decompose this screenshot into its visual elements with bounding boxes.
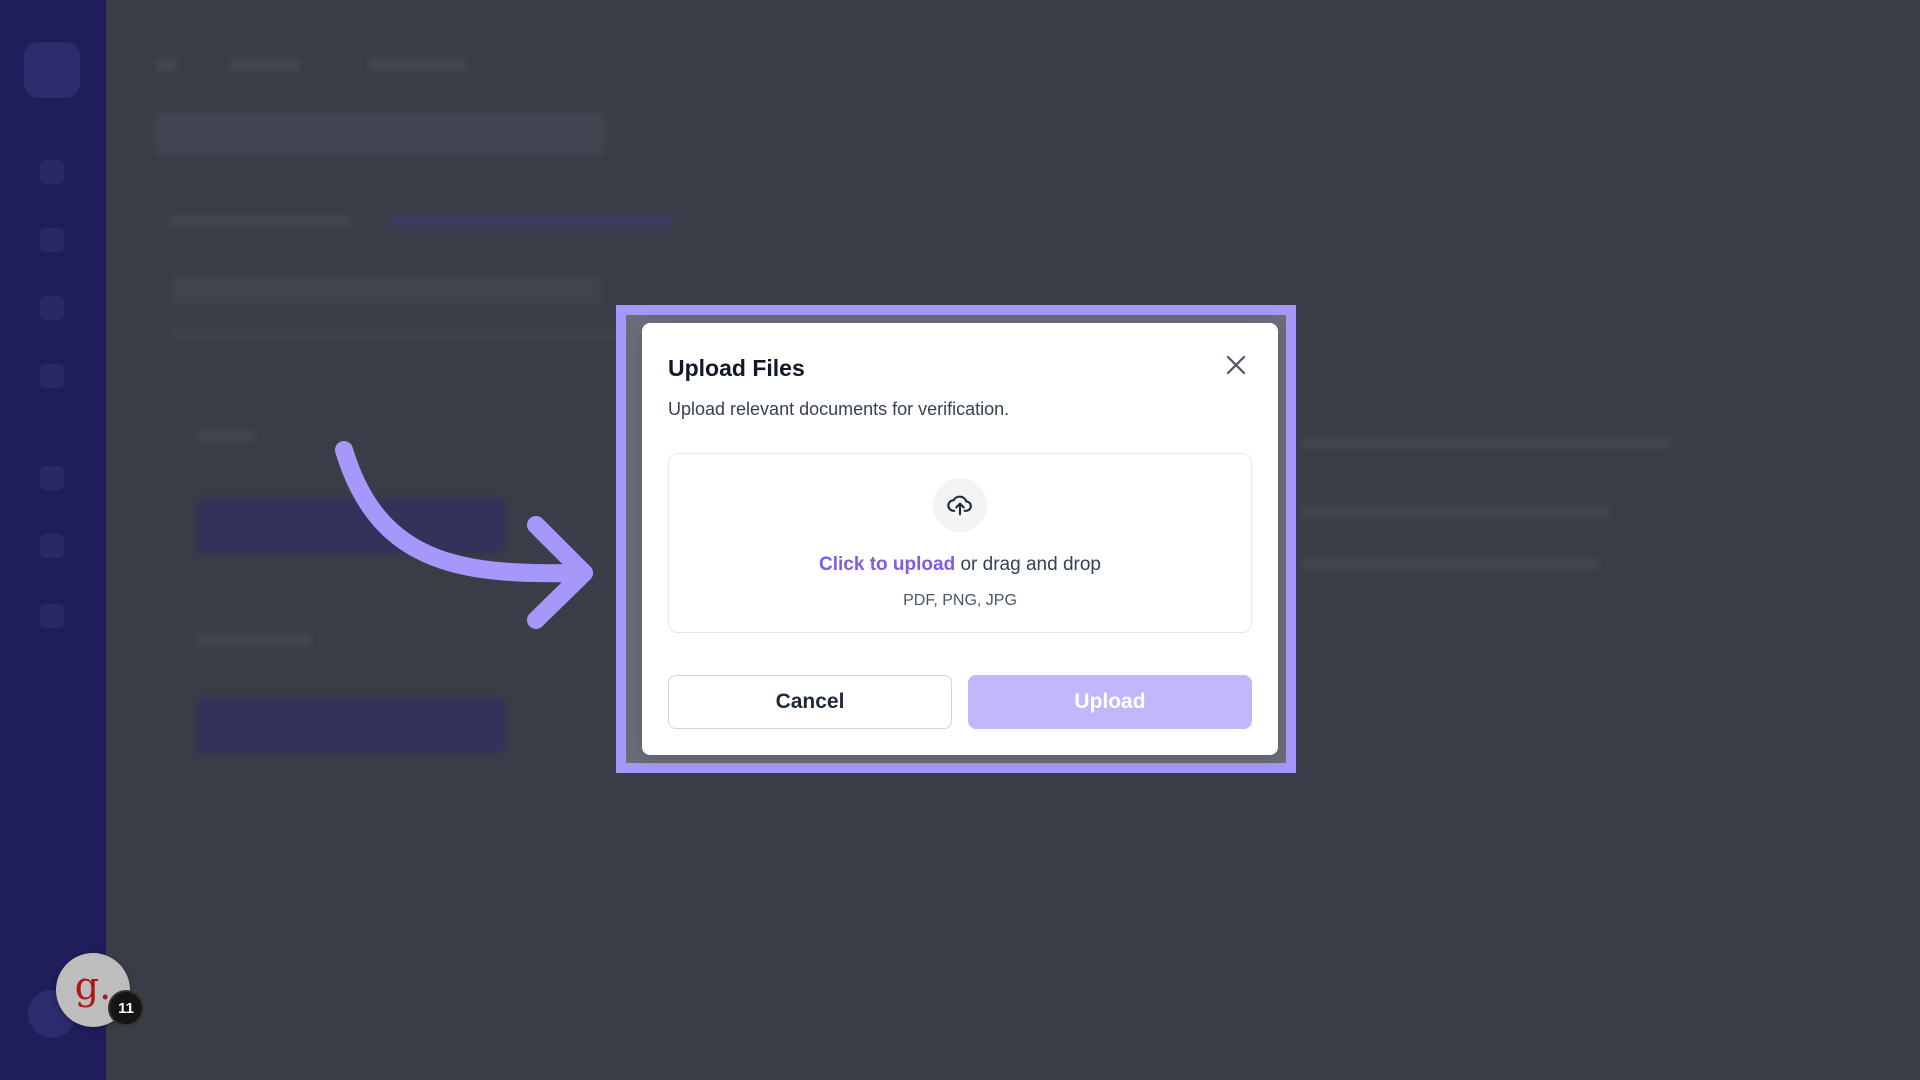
sidebar-nav-icon[interactable] <box>40 604 64 628</box>
click-to-upload-link[interactable]: Click to upload <box>819 554 955 575</box>
allowed-file-types: PDF, PNG, JPG <box>903 592 1017 609</box>
tab-active <box>392 215 672 227</box>
sidebar-nav-icon[interactable] <box>40 534 64 558</box>
page-title <box>155 112 605 156</box>
file-dropzone[interactable]: Click to upload or drag and drop PDF, PN… <box>668 453 1252 633</box>
section-title <box>172 275 602 305</box>
sidebar-nav-icon[interactable] <box>40 160 64 184</box>
drag-drop-text: or drag and drop <box>955 554 1101 575</box>
tab <box>170 215 350 227</box>
field-label <box>196 430 256 442</box>
notification-count-badge: 11 <box>108 990 144 1026</box>
close-button[interactable] <box>1222 351 1250 379</box>
modal-title: Upload Files <box>668 355 805 381</box>
close-icon <box>1226 355 1246 375</box>
app-logo <box>24 42 80 98</box>
breadcrumb-home-icon <box>155 58 177 72</box>
upload-button[interactable]: Upload <box>968 675 1252 729</box>
dropzone-instructions: Click to upload or drag and drop <box>669 554 1251 576</box>
cancel-button[interactable]: Cancel <box>668 675 952 729</box>
sidebar <box>0 0 106 1080</box>
sidebar-nav-icon[interactable] <box>40 228 64 252</box>
app-window: Upload Files Upload relevant documents f… <box>0 0 1920 1080</box>
info-line <box>1300 558 1600 570</box>
info-line <box>1300 506 1610 518</box>
annotation-arrow-icon <box>335 441 593 629</box>
cloud-upload-icon <box>947 495 972 516</box>
sidebar-nav-icon[interactable] <box>40 364 64 388</box>
sidebar-nav-icon[interactable] <box>40 296 64 320</box>
sidebar-nav-icon[interactable] <box>40 466 64 490</box>
upload-icon-container <box>933 478 987 532</box>
breadcrumb-item <box>368 58 466 72</box>
section-subtitle <box>172 328 632 340</box>
modal-subtitle: Upload relevant documents for verificati… <box>668 399 1010 419</box>
field-label <box>196 634 312 646</box>
background-button <box>196 698 506 754</box>
info-line <box>1300 437 1670 449</box>
breadcrumb-item <box>230 58 300 72</box>
badge-logo-letter: g. <box>74 964 112 1008</box>
upload-files-modal: Upload Files Upload relevant documents f… <box>642 323 1278 755</box>
